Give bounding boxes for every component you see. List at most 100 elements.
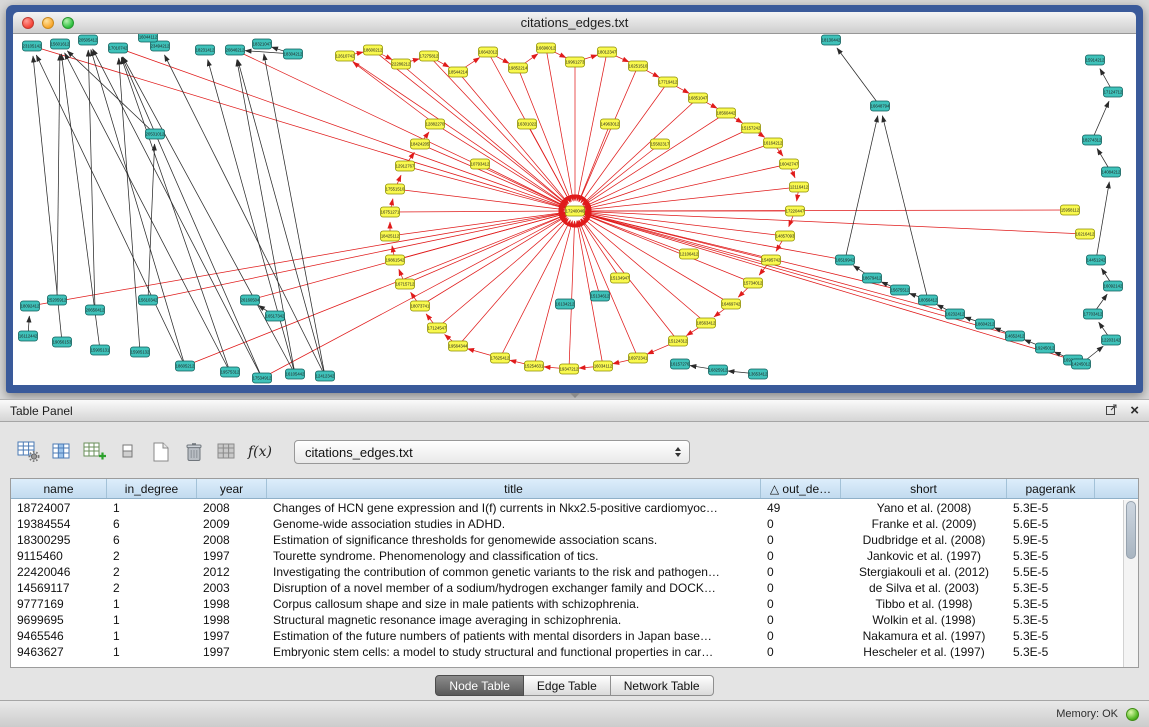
table-row[interactable]: 946554611997Estimation of the future num…	[11, 628, 1123, 644]
graph-node[interactable]: 14652412	[1006, 331, 1025, 341]
graph-node[interactable]: 22286212	[392, 59, 411, 69]
function-builder-icon[interactable]: f(x)	[247, 440, 273, 464]
graph-node[interactable]: 15905131	[91, 345, 110, 355]
graph-node[interactable]: 18544214	[449, 67, 468, 77]
graph-node[interactable]: 15905132	[131, 347, 150, 357]
table-row[interactable]: 1456911722003Disruption of a novel membe…	[11, 580, 1123, 596]
table-row[interactable]: 1938455462009Genome-wide association stu…	[11, 516, 1123, 532]
delete-table-icon[interactable]	[181, 440, 207, 464]
graph-node[interactable]: 18231412	[196, 45, 215, 55]
graph-node[interactable]: 16825912	[709, 365, 728, 375]
graph-node[interactable]: 19861542	[386, 255, 405, 265]
graph-node[interactable]: 12912767	[396, 161, 415, 171]
network-canvas[interactable]: 1724004612882270184242051291276717551510…	[13, 34, 1136, 385]
graph-node[interactable]: 18274312	[1083, 135, 1102, 145]
window-titlebar[interactable]: citations_edges.txt	[13, 12, 1136, 34]
graph-node[interactable]: 16972341	[629, 353, 648, 363]
table-options-icon[interactable]	[16, 440, 42, 464]
show-columns-icon[interactable]	[49, 440, 75, 464]
minimize-window-button[interactable]	[42, 17, 54, 29]
graph-node[interactable]: 12106412	[680, 249, 699, 259]
graph-node[interactable]: 10793412	[471, 159, 490, 169]
graph-node[interactable]: 17124712	[1104, 87, 1123, 97]
graph-node[interactable]: 18600212	[364, 45, 383, 55]
graph-node[interactable]: 15675512	[891, 285, 910, 295]
tab-edge-table[interactable]: Edge Table	[524, 675, 611, 696]
graph-node[interactable]: 16301022	[518, 119, 537, 129]
graph-node[interactable]: 17719412	[659, 77, 678, 87]
graph-node[interactable]: 18321047	[253, 39, 272, 49]
column-header-in-degree[interactable]: in_degree	[107, 479, 197, 498]
graph-node[interactable]: 12882270	[426, 119, 445, 129]
graph-node[interactable]: 13653412	[749, 369, 768, 379]
graph-node[interactable]: 17534912	[253, 373, 272, 383]
new-table-icon[interactable]	[148, 440, 174, 464]
graph-node[interactable]: 15914212	[1086, 55, 1105, 65]
tab-network-table[interactable]: Network Table	[611, 675, 714, 696]
graph-node[interactable]: 16751271	[381, 207, 400, 217]
graph-node[interactable]: 15157242	[742, 123, 761, 133]
table-source-select[interactable]: citations_edges.txt	[294, 440, 690, 464]
table-row[interactable]: 977716911998Corpus callosum shape and si…	[11, 596, 1123, 612]
column-header-name[interactable]: name	[11, 479, 107, 498]
graph-node[interactable]: 17124547	[428, 323, 447, 333]
graph-node[interactable]: 23105142	[23, 41, 42, 51]
table-row[interactable]: 2242004622012Investigating the contribut…	[11, 564, 1123, 580]
graph-node[interactable]: 18563412	[697, 318, 716, 328]
graph-node[interactable]: 18012347	[598, 47, 617, 57]
graph-node[interactable]: 17625412	[491, 353, 510, 363]
table-row[interactable]: 1830029562008Estimation of significance …	[11, 532, 1123, 548]
graph-node[interactable]: 19961273	[566, 57, 585, 67]
graph-node[interactable]: 16251510	[629, 61, 648, 71]
column-header-short[interactable]: short	[841, 479, 1007, 498]
graph-node[interactable]: 16042747	[780, 159, 799, 169]
tab-node-table[interactable]: Node Table	[435, 675, 524, 696]
float-panel-icon[interactable]	[1105, 403, 1118, 419]
graph-node[interactable]: 18304212	[284, 49, 303, 59]
graph-node[interactable]: 16164212	[764, 138, 783, 148]
graph-node[interactable]: 17240046	[566, 206, 585, 216]
column-header-pagerank[interactable]: pagerank	[1007, 479, 1095, 498]
graph-node[interactable]: 14451242	[1087, 255, 1106, 265]
graph-node[interactable]: 16092142	[1104, 281, 1123, 291]
graph-node[interactable]: 18604212	[976, 319, 995, 329]
graph-node[interactable]: 20505412	[79, 35, 98, 45]
column-header-title[interactable]: title	[267, 479, 761, 498]
graph-node[interactable]: 16519942	[836, 255, 855, 265]
graph-node[interactable]: 15601612	[51, 39, 70, 49]
graph-node[interactable]: 19347212	[560, 364, 579, 374]
graph-node[interactable]: 19852214	[509, 63, 528, 73]
graph-node[interactable]: 18092412	[21, 301, 40, 311]
graph-node[interactable]: 19056153	[53, 337, 72, 347]
graph-node[interactable]: 12116412	[790, 182, 809, 192]
graph-node[interactable]: 14245012	[1072, 359, 1091, 369]
graph-node[interactable]: 16105442	[286, 369, 305, 379]
create-column-icon[interactable]	[82, 440, 108, 464]
graph-node[interactable]: 12203142	[1102, 335, 1121, 345]
graph-node[interactable]: 16112442	[19, 331, 38, 341]
row-selector-icon[interactable]	[115, 440, 141, 464]
graph-node[interactable]: 19564344	[449, 341, 468, 351]
graph-node[interactable]: 20531012	[146, 129, 165, 139]
column-header-out-degree[interactable]: △ out_de…	[761, 479, 841, 498]
table-row[interactable]: 969969511998Structural magnetic resonanc…	[11, 612, 1123, 628]
graph-node[interactable]: 16134212	[556, 299, 575, 309]
graph-node[interactable]: 16517342	[266, 311, 285, 321]
graph-node[interactable]: 12412342	[316, 371, 335, 381]
graph-node[interactable]: 15495742	[762, 255, 781, 265]
table-row[interactable]: 911546021997Tourette syndrome. Phenomeno…	[11, 548, 1123, 564]
graph-node[interactable]: 15610342	[139, 295, 158, 305]
graph-node[interactable]: 15958112	[1061, 205, 1080, 215]
graph-node[interactable]: 16648794	[871, 101, 890, 111]
graph-node[interactable]: 25205912	[48, 295, 67, 305]
graph-node[interactable]: 17275812	[420, 51, 439, 61]
graph-node[interactable]: 16034112	[594, 361, 613, 371]
graph-node[interactable]: 16642012	[479, 47, 498, 57]
graph-node[interactable]: 18560442	[717, 108, 736, 118]
graph-node[interactable]: 16851047	[689, 93, 708, 103]
import-table-icon[interactable]	[214, 440, 240, 464]
graph-node[interactable]: 17551510	[386, 184, 405, 194]
graph-node[interactable]: 18056412	[919, 295, 938, 305]
graph-node[interactable]: 26160504	[241, 295, 260, 305]
graph-node[interactable]: 15254631	[525, 361, 544, 371]
